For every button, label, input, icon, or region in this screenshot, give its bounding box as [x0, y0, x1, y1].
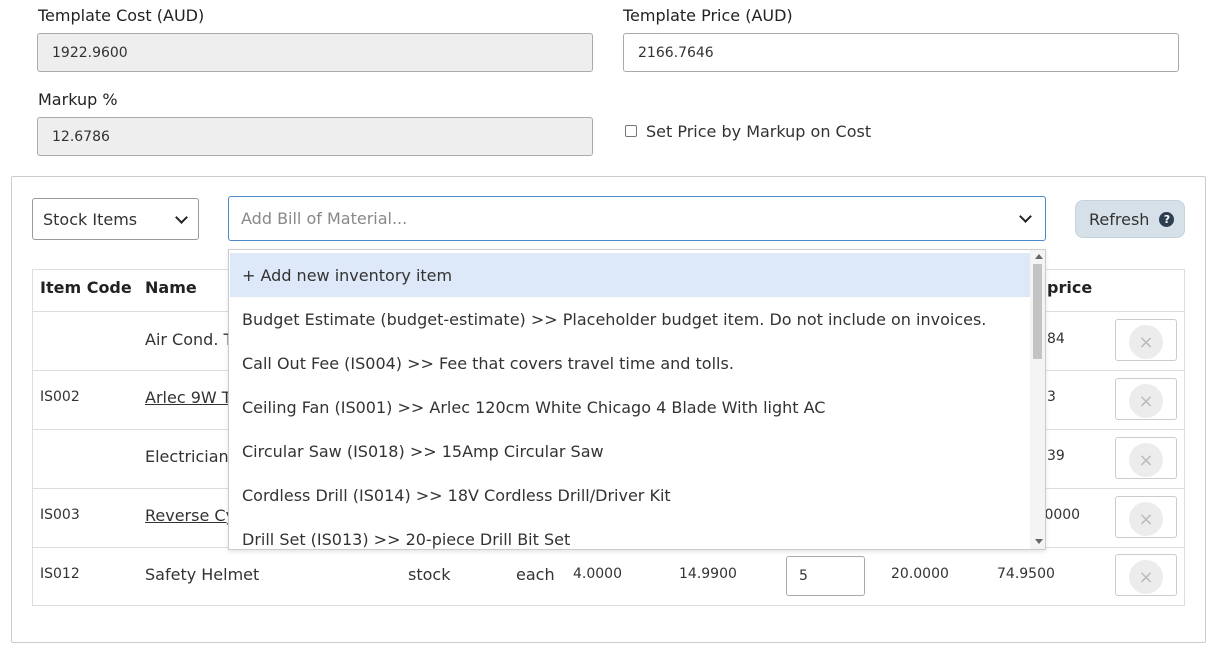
row-name: Safety Helmet — [145, 565, 260, 584]
row-total-price: 84 — [1047, 331, 1065, 347]
close-icon: × — [1129, 502, 1163, 536]
help-circle-icon[interactable]: ? — [1159, 211, 1175, 227]
dropdown-option[interactable]: Cordless Drill (IS014) >> 18V Cordless D… — [230, 473, 1030, 517]
scroll-up-arrow-icon[interactable] — [1035, 254, 1043, 259]
template-cost-field: 1922.9600 — [37, 33, 593, 72]
header-price: price — [1047, 278, 1093, 297]
chevron-down-icon — [1019, 210, 1032, 223]
delete-row-button[interactable]: × — [1115, 437, 1177, 479]
row-name-link[interactable]: Arlec 9W T — [145, 388, 232, 407]
row-total-price: 74.9500 — [997, 566, 1055, 582]
row-cost: 4.0000 — [573, 566, 622, 582]
row-total-price: 39 — [1047, 448, 1065, 464]
delete-row-button[interactable]: × — [1115, 378, 1177, 420]
delete-row-button[interactable]: × — [1115, 496, 1177, 538]
header-item-code: Item Code — [40, 278, 132, 297]
bom-dropdown-menu: + Add new inventory item Budget Estimate… — [228, 249, 1046, 550]
close-icon: × — [1129, 384, 1163, 418]
scroll-down-arrow-icon[interactable] — [1035, 539, 1043, 544]
close-icon: × — [1129, 560, 1163, 594]
row-total-cost: 20.0000 — [891, 566, 949, 582]
row-code: IS012 — [40, 566, 80, 582]
close-icon: × — [1129, 443, 1163, 477]
row-unit: each — [516, 565, 555, 584]
markup-field: 12.6786 — [37, 117, 593, 156]
template-price-input[interactable]: 2166.7646 — [623, 33, 1179, 72]
refresh-button[interactable]: Refresh ? — [1075, 200, 1185, 238]
set-price-checkbox[interactable] — [625, 125, 637, 137]
quantity-input[interactable]: 5 — [786, 556, 865, 596]
dropdown-option[interactable]: Circular Saw (IS018) >> 15Amp Circular S… — [230, 429, 1030, 473]
chevron-down-icon — [175, 211, 188, 224]
delete-row-button[interactable]: × — [1115, 554, 1177, 596]
delete-row-button[interactable]: × — [1115, 319, 1177, 361]
row-price: 14.9900 — [679, 566, 737, 582]
row-name: Air Cond. T — [145, 330, 234, 349]
row-name-link[interactable]: Reverse Cy — [145, 506, 235, 525]
bom-select-placeholder: Add Bill of Material... — [241, 209, 408, 228]
dropdown-scrollbar-thumb[interactable] — [1033, 264, 1042, 359]
row-total-price: 3 — [1047, 389, 1056, 405]
set-price-checkbox-label[interactable]: Set Price by Markup on Cost — [646, 122, 871, 141]
row-code: IS003 — [40, 507, 80, 523]
dropdown-option[interactable]: Call Out Fee (IS004) >> Fee that covers … — [230, 341, 1030, 385]
header-name: Name — [145, 278, 197, 297]
bom-select[interactable]: Add Bill of Material... — [228, 196, 1046, 241]
close-icon: × — [1129, 325, 1163, 359]
template-cost-label: Template Cost (AUD) — [38, 6, 205, 25]
row-total-price: .0000 — [1040, 507, 1081, 523]
refresh-button-label: Refresh — [1089, 209, 1150, 229]
dropdown-option-add-new[interactable]: + Add new inventory item — [230, 253, 1030, 297]
dropdown-option[interactable]: Ceiling Fan (IS001) >> Arlec 120cm White… — [230, 385, 1030, 429]
row-name: Electrician — [145, 447, 229, 466]
row-code: IS002 — [40, 389, 80, 405]
item-type-select-value: Stock Items — [43, 209, 138, 229]
markup-label: Markup % — [38, 90, 118, 109]
dropdown-option[interactable]: Budget Estimate (budget-estimate) >> Pla… — [230, 297, 1030, 341]
dropdown-option[interactable]: Drill Set (IS013) >> 20-piece Drill Bit … — [230, 517, 1030, 549]
row-type: stock — [408, 565, 451, 584]
item-type-select[interactable]: Stock Items — [32, 198, 199, 240]
template-price-label: Template Price (AUD) — [623, 6, 793, 25]
